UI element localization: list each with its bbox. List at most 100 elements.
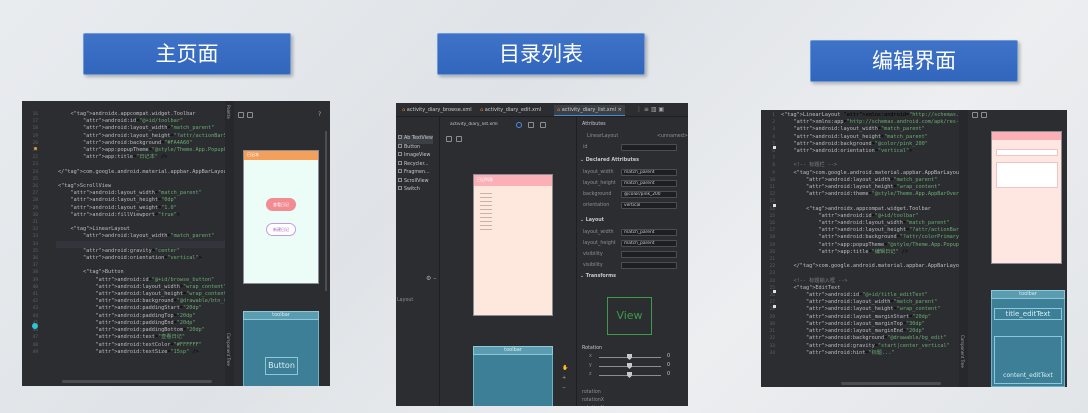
- preview-browse-button[interactable]: 查看日记: [266, 198, 296, 211]
- rotation-axis: x: [589, 354, 592, 359]
- side-tab-component-tree[interactable]: Component Tree: [960, 335, 965, 368]
- tab-edit[interactable]: ⌂ activity_diary_edit.xml: [480, 107, 541, 113]
- toolbar-icon[interactable]: [981, 112, 987, 118]
- side-tab-palette[interactable]: Palette: [226, 105, 231, 119]
- line-number: 26: [32, 184, 38, 190]
- palette-settings-icon[interactable]: ⚙ –: [426, 275, 436, 282]
- code-line[interactable]: "attr">android:textColor="#FFFFFF": [58, 342, 249, 349]
- attribute-row[interactable]: orientation vertical: [577, 201, 688, 212]
- palette-item[interactable]: Switch: [398, 186, 433, 195]
- code-line[interactable]: "attr">android:fillViewport="true">: [58, 212, 249, 219]
- attribute-row[interactable]: visibility: [577, 261, 688, 272]
- code-line[interactable]: "attr">android:text="查看日记": [58, 334, 249, 341]
- tab-list[interactable]: ⌂ activity_diary_list.xml ×: [554, 105, 625, 116]
- edit-preview-title-field[interactable]: [996, 149, 1058, 156]
- line-number: 20: [769, 249, 775, 255]
- palette-item[interactable]: Ab TextView: [398, 135, 433, 144]
- code-line[interactable]: <"tag">ScrollView: [58, 183, 249, 190]
- attribute-value[interactable]: [621, 251, 677, 258]
- id-label: id: [583, 145, 588, 150]
- xml-code-editor[interactable]: <"tag">androidx.appcompat.widget.Toolbar…: [58, 111, 249, 356]
- palette-item[interactable]: ScrollView: [398, 177, 433, 187]
- code-line[interactable]: "attr">android:textSize="15sp" />: [58, 349, 249, 356]
- rotation-slider-row[interactable]: x0: [577, 353, 688, 362]
- attribute-value[interactable]: [621, 262, 677, 269]
- code-line[interactable]: "attr">android:layout_height="0dp": [58, 197, 249, 204]
- help-icon[interactable]: ?: [318, 111, 321, 118]
- attribute-row[interactable]: background @color/pink_200: [577, 190, 688, 201]
- code-line[interactable]: "attr">android:id="@+id/toolbar": [58, 118, 249, 125]
- code-line[interactable]: "attr">android:layout_width="match_paren…: [58, 190, 249, 197]
- attribute-row[interactable]: layout_height match_parent: [577, 239, 688, 250]
- breakpoint-marker[interactable]: [32, 323, 38, 329]
- attribute-name: visibility: [583, 252, 603, 257]
- line-number: 39: [32, 277, 38, 283]
- code-line[interactable]: "attr">android:layout_width="match_paren…: [58, 125, 249, 132]
- palette-item[interactable]: ImageView: [398, 152, 433, 161]
- attribute-value[interactable]: match_parent: [621, 169, 677, 176]
- more-tabs-icon[interactable]: ⋮ ≡ ▥ ▣: [636, 106, 664, 113]
- attribute-row[interactable]: layout_width match_parent: [577, 168, 688, 179]
- rotation-slider-row[interactable]: z0: [577, 371, 688, 380]
- close-icon[interactable]: ×: [618, 107, 622, 113]
- code-line[interactable]: <"tag">Button: [58, 269, 249, 276]
- view-mode-icon[interactable]: [446, 136, 452, 142]
- rotation-slider-row[interactable]: y0: [577, 362, 688, 371]
- attribute-value[interactable]: match_parent: [621, 229, 677, 236]
- horizontal-scrollbar[interactable]: [841, 382, 941, 385]
- code-line[interactable]: "attr">android:orientation="vertical">: [58, 255, 249, 262]
- attribute-value[interactable]: match_parent: [621, 240, 677, 247]
- edit-preview-content-field[interactable]: [996, 162, 1058, 188]
- code-line[interactable]: <"tag">LinearLayout: [58, 226, 249, 233]
- code-line[interactable]: "attr">android:layout_width="wrap_conten…: [58, 284, 249, 291]
- file-selector[interactable]: activity_diary_list.xml: [448, 122, 506, 129]
- code-line[interactable]: <"tag">androidx.appcompat.widget.Toolbar: [58, 111, 249, 118]
- attribute-row[interactable]: layout_height match_parent: [577, 179, 688, 190]
- attribute-row[interactable]: visibility: [577, 250, 688, 261]
- id-field[interactable]: [621, 144, 677, 151]
- code-line[interactable]: "attr">android:layout_height="wrap_conte…: [58, 291, 249, 298]
- code-line[interactable]: </"tag">com.google.android.material.appb…: [58, 169, 249, 176]
- palette-list: Ab TextView Button ImageView Recycler... Fra…: [398, 135, 433, 195]
- rotation-thumb[interactable]: [627, 363, 632, 369]
- orientation-icon[interactable]: [456, 136, 462, 142]
- tab-browse[interactable]: ⌂ activity_diary_browse.xml: [402, 107, 472, 113]
- code-line[interactable]: "attr">android:paddingStart="20dp": [58, 305, 249, 312]
- code-line[interactable]: [58, 176, 249, 183]
- attribute-value[interactable]: match_parent: [621, 180, 677, 187]
- code-line[interactable]: "attr">app:title="日记本" />: [58, 154, 249, 161]
- code-line[interactable]: [58, 262, 249, 269]
- rotation-thumb[interactable]: [627, 354, 632, 360]
- code-line[interactable]: [58, 219, 249, 226]
- palette-item-label: ScrollView: [404, 178, 429, 184]
- code-line[interactable]: "attr">android:paddingTop="20dp": [58, 313, 249, 320]
- toolbar-icon[interactable]: [247, 112, 253, 118]
- code-line[interactable]: "attr">android:layout_width="match_paren…: [58, 233, 249, 240]
- palette-item-icon: [398, 135, 402, 139]
- refresh-icon[interactable]: [528, 122, 534, 128]
- rotation-thumb[interactable]: [627, 372, 632, 378]
- constraint-icon[interactable]: [540, 122, 546, 128]
- attribute-value[interactable]: vertical: [621, 202, 677, 209]
- code-line[interactable]: "attr">android:paddingEnd="20dp": [58, 320, 249, 327]
- side-tab-component-tree[interactable]: Component Tree: [226, 333, 231, 366]
- attribute-value[interactable]: @color/pink_200: [621, 191, 677, 198]
- palette-item[interactable]: Button: [398, 143, 433, 153]
- horizontal-scrollbar[interactable]: [62, 380, 212, 383]
- palette-item[interactable]: Recycler...: [398, 160, 433, 170]
- code-line[interactable]: "attr">android:gravity="center": [58, 248, 249, 255]
- palette-item[interactable]: Fragmen...: [398, 169, 433, 178]
- code-line[interactable]: "attr">android:layout_weight="1.0": [58, 205, 249, 212]
- toolbar-icon[interactable]: [238, 112, 244, 118]
- preview-new-button[interactable]: 新建日记: [266, 223, 296, 236]
- code-line[interactable]: "attr">android:background="#FA4A60": [58, 140, 249, 147]
- code-line[interactable]: "attr">android:layout_height="?attr/acti…: [58, 133, 249, 140]
- code-line[interactable]: [58, 161, 249, 168]
- toolbar-icon[interactable]: [972, 112, 978, 118]
- attribute-row[interactable]: layout_width match_parent: [577, 228, 688, 239]
- zoom-icon[interactable]: [516, 122, 522, 128]
- code-line[interactable]: "attr">android:id="@+id/browse_button": [58, 277, 249, 284]
- vertical-scrollbar[interactable]: [325, 131, 327, 291]
- edit-blueprint: toolbar title_editText content_editText: [991, 290, 1065, 387]
- code-line[interactable]: "attr">android:background="@drawable/btn…: [58, 298, 249, 305]
